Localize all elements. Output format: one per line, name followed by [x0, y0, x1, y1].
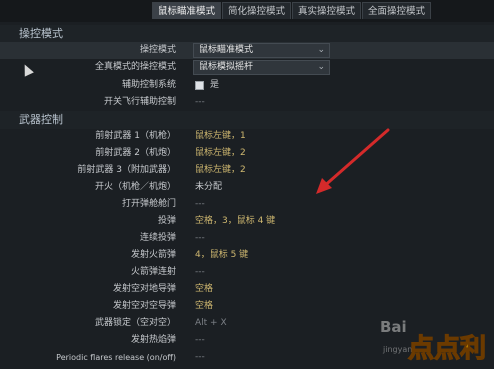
- watermark-stamp: 点点利: [407, 332, 486, 364]
- arrow-shaft: [320, 128, 390, 190]
- annotation-arrow: [316, 128, 390, 194]
- watermark-logo: Bai: [380, 318, 407, 336]
- stamp-text: 点点利: [408, 333, 486, 364]
